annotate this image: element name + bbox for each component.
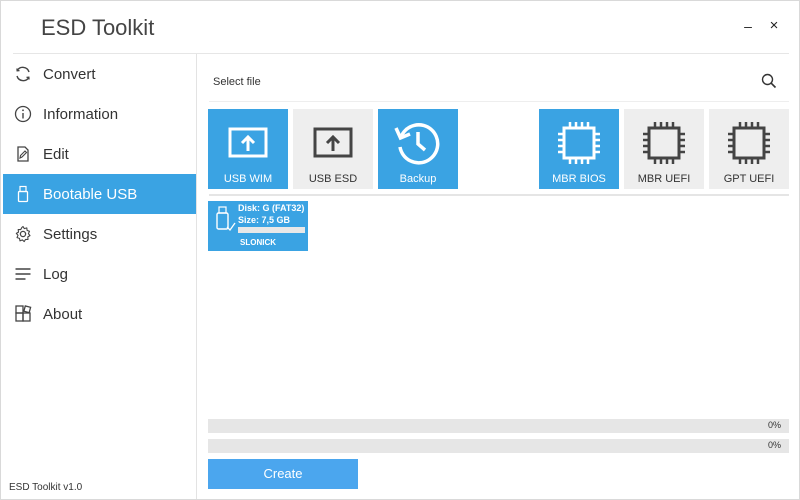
usb-usage-bar [238,227,305,233]
usb-icon [12,183,34,205]
tile-label: USB ESD [308,173,358,185]
refresh-icon [12,63,34,85]
upload-screen-icon [208,117,288,169]
progress-bar: 0% [208,419,789,433]
usb-disk-text: Disk: G (FAT32) [238,203,305,213]
tile-label: MBR BIOS [552,173,606,185]
sidebar-item-information[interactable]: Information [3,94,196,134]
sidebar-item-settings[interactable]: Settings [3,214,196,254]
title-bar: ESD Toolkit – × [1,1,799,53]
progress-text: 0% [767,440,781,450]
history-icon [378,117,458,169]
app-title: ESD Toolkit [41,15,155,40]
upload-screen-icon [293,117,373,169]
sidebar-item-label: About [43,305,83,323]
mbr-bios-button[interactable]: MBR BIOS [539,109,619,189]
search-icon[interactable] [760,72,778,90]
gear-icon [12,223,34,245]
sidebar-item-label: Log [43,265,69,283]
tiles-divider [209,194,789,196]
tile-label: GPT UEFI [723,173,775,185]
edit-icon [12,143,34,165]
sidebar-item-edit[interactable]: Edit [3,134,196,174]
sidebar-item-label: Edit [43,145,69,163]
usb-size-text: Size: 7,5 GB [238,215,291,225]
progress-bar: 0% [208,439,789,453]
usb-wim-button[interactable]: USB WIM [208,109,288,189]
backup-button[interactable]: Backup [378,109,458,189]
sidebar-item-about[interactable]: About [3,294,196,334]
info-icon [12,103,34,125]
main-content: USB WIM USB ESD Backup MBR BIOS MBR UEFI [197,54,799,499]
sidebar-item-label: Bootable USB [43,185,138,203]
version-label: ESD Toolkit v1.0 [9,482,83,493]
mbr-uefi-button[interactable]: MBR UEFI [624,109,704,189]
sidebar-item-label: Convert [43,65,96,83]
about-icon [12,303,34,325]
chip-icon [539,117,619,169]
usb-device-card[interactable]: Disk: G (FAT32) Size: 7,5 GB SLONICK [208,201,308,251]
progress-text: 0% [767,420,781,430]
sidebar-item-convert[interactable]: Convert [3,54,196,94]
create-button[interactable]: Create [208,459,358,489]
tile-label: USB WIM [223,173,273,185]
sidebar-item-label: Information [43,105,119,123]
chip-icon [709,117,789,169]
tile-label: Backup [399,173,437,185]
usb-drive-icon [214,206,236,234]
close-button[interactable]: × [763,15,785,37]
file-input[interactable] [209,72,749,92]
app-window: ESD Toolkit – × Convert Information Edit [0,0,800,500]
minimize-button[interactable]: – [737,15,759,37]
sidebar-item-bootable-usb[interactable]: Bootable USB [3,174,196,214]
list-icon [12,263,34,285]
usb-esd-button[interactable]: USB ESD [293,109,373,189]
file-selector [209,62,789,102]
usb-volume-label: SLONICK [240,238,276,247]
tile-label: MBR UEFI [637,173,691,185]
sidebar-item-label: Settings [43,225,98,243]
sidebar: Convert Information Edit Bootable USB Se [1,54,197,499]
sidebar-item-log[interactable]: Log [3,254,196,294]
chip-icon [624,117,704,169]
gpt-uefi-button[interactable]: GPT UEFI [709,109,789,189]
